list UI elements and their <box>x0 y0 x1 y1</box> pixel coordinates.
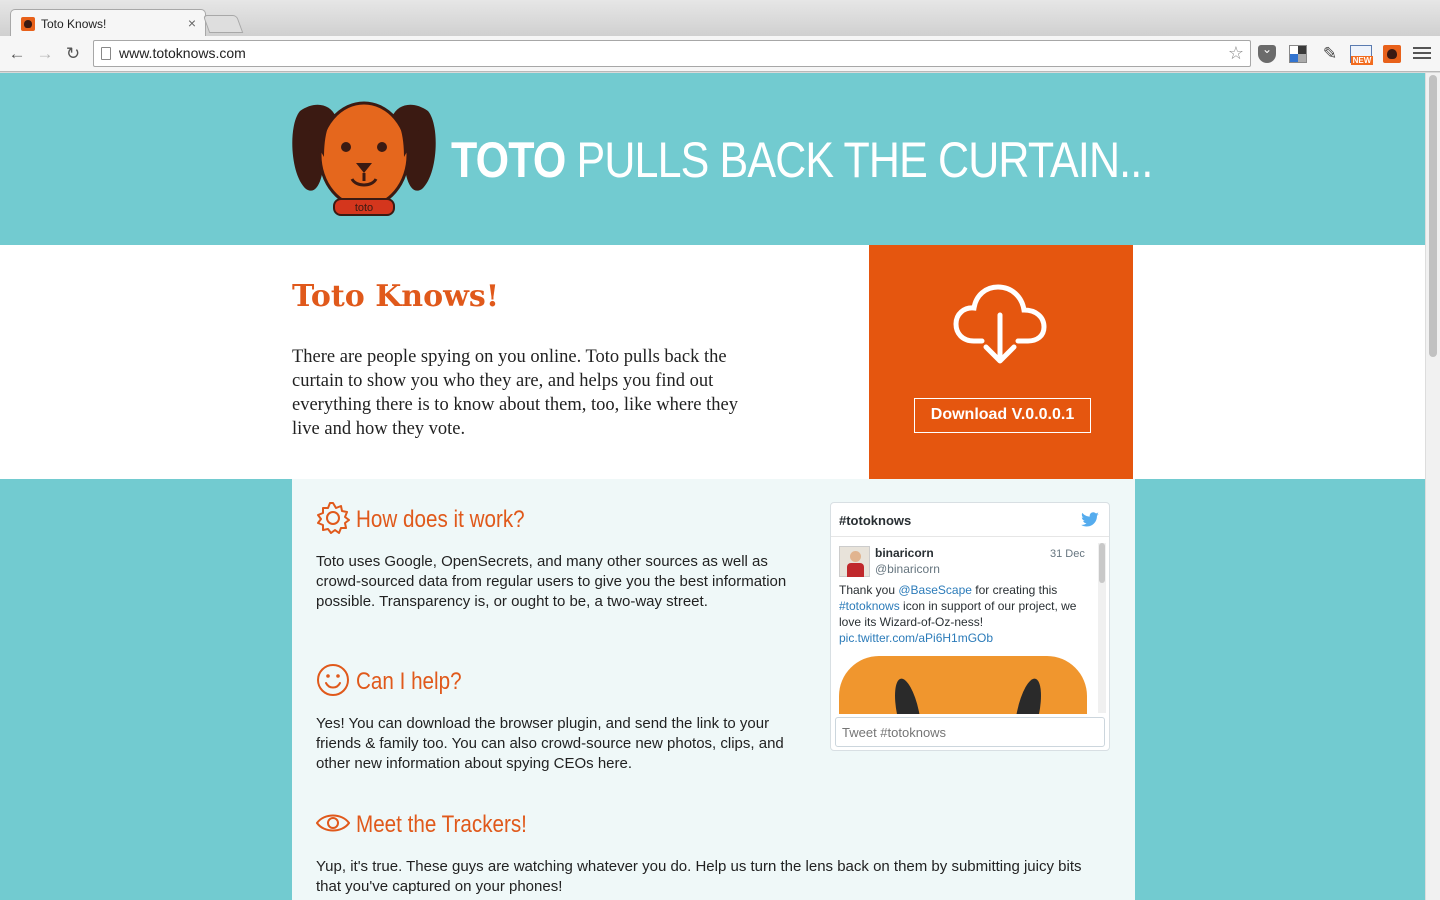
bookmark-star-icon[interactable]: ☆ <box>1228 43 1244 64</box>
hero-header: toto TOTO PULLS BACK THE CURTAIN... <box>0 73 1425 245</box>
cloud-download-icon <box>953 284 1047 364</box>
smiley-icon <box>317 664 349 696</box>
section-title-help: Can I help? <box>356 668 462 695</box>
tab-title: Toto Knows! <box>41 17 107 31</box>
pocket-icon[interactable] <box>1258 42 1276 63</box>
browser-menu-icon[interactable] <box>1413 47 1431 61</box>
delicious-icon[interactable] <box>1289 45 1307 63</box>
browser-tab[interactable]: Toto Knows! × <box>10 9 206 37</box>
eye-icon <box>316 814 350 832</box>
browser-toolbar: ← → ↻ www.totoknows.com ☆ ✎ NEW <box>0 36 1440 72</box>
section-text-trackers: Yup, it's true. These guys are watching … <box>316 858 1082 895</box>
tweet-text: Thank you @BaseScape for creating this #… <box>839 583 1077 645</box>
url-text[interactable]: www.totoknows.com <box>119 41 246 66</box>
avatar[interactable] <box>839 546 870 577</box>
forward-button[interactable]: → <box>35 44 55 64</box>
tweet-author-handle[interactable]: @binaricorn <box>875 562 940 576</box>
twitter-widget-header: #totoknows <box>831 503 1109 537</box>
address-bar[interactable]: www.totoknows.com ☆ <box>93 40 1251 67</box>
logo-collar-text: toto <box>355 202 373 214</box>
download-panel: Download V.0.0.0.1 <box>869 245 1133 479</box>
section-title-trackers: Meet the Trackers! <box>356 811 527 838</box>
tweet-media-image[interactable] <box>839 656 1087 714</box>
twitter-scrollbar[interactable] <box>1098 543 1106 713</box>
page-headline: TOTO PULLS BACK THE CURTAIN... <box>451 131 1154 189</box>
tweet-pic-link[interactable]: pic.twitter.com/aPi6H1mGOb <box>839 631 993 645</box>
download-button[interactable]: Download V.0.0.0.1 <box>914 398 1091 433</box>
twitter-timeline[interactable]: binaricorn @binaricorn 31 Dec Thank you … <box>831 538 1109 714</box>
tweet-date[interactable]: 31 Dec <box>1050 548 1085 560</box>
gear-icon <box>317 502 350 534</box>
page-viewport: toto TOTO PULLS BACK THE CURTAIN... Toto… <box>0 73 1425 900</box>
section-text-how: Toto uses Google, OpenSecrets, and many … <box>316 553 787 610</box>
new-badge: NEW <box>1351 56 1373 65</box>
intro-text: There are people spying on you online. T… <box>292 347 738 439</box>
twitter-bird-icon[interactable] <box>1080 512 1100 528</box>
tweet-author-name[interactable]: binaricorn <box>875 546 934 560</box>
tab-bar: Toto Knows! × <box>0 0 1440 37</box>
page-scrollbar[interactable] <box>1425 73 1440 900</box>
toto-favicon-icon <box>21 17 35 31</box>
tweet-mention-link[interactable]: @BaseScape <box>898 583 972 597</box>
content-card: How does it work? Toto uses Google, Open… <box>292 479 1135 900</box>
intro-title: Toto Knows! <box>292 279 499 314</box>
twitter-hashtag-title[interactable]: #totoknows <box>839 513 911 528</box>
headline-rest: PULLS BACK THE CURTAIN... <box>565 132 1154 188</box>
twitter-widget: #totoknows binaricorn @binaricorn 31 Dec… <box>830 502 1110 751</box>
section-title-how: How does it work? <box>356 506 525 533</box>
headline-strong: TOTO <box>451 132 566 188</box>
close-tab-icon[interactable]: × <box>188 15 196 31</box>
intro-band: Toto Knows! There are people spying on y… <box>0 245 1425 479</box>
feed-new-icon[interactable]: NEW <box>1350 45 1373 65</box>
toto-extension-icon[interactable] <box>1383 45 1401 63</box>
section-text-help: Yes! You can download the browser plugin… <box>316 715 784 772</box>
page-scrollbar-thumb[interactable] <box>1429 75 1437 357</box>
back-button[interactable]: ← <box>7 44 27 64</box>
page-icon <box>101 47 111 60</box>
reload-button[interactable]: ↻ <box>63 44 83 64</box>
eyedropper-icon[interactable]: ✎ <box>1321 45 1339 63</box>
tweet-hashtag-link[interactable]: #totoknows <box>839 599 900 613</box>
tweet-input[interactable] <box>835 717 1105 747</box>
new-tab-button[interactable] <box>202 15 244 33</box>
toto-dog-logo: toto <box>292 101 436 216</box>
